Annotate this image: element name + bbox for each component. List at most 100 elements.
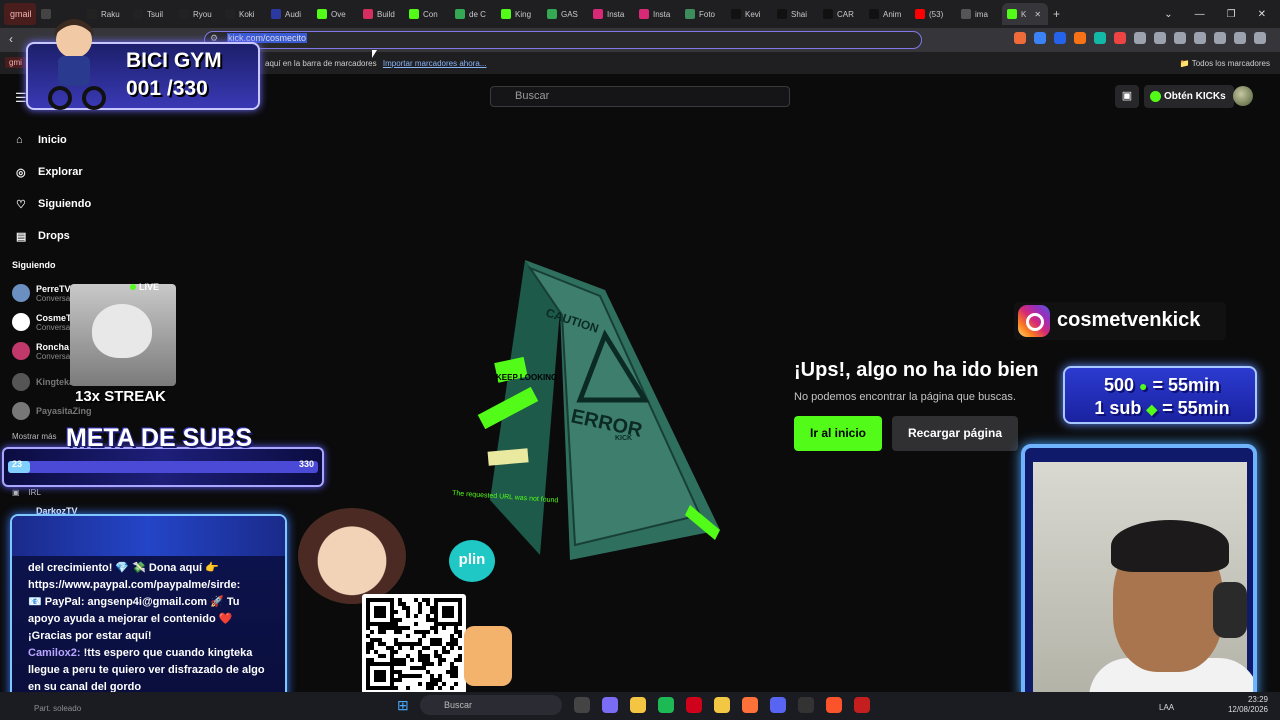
browser-tab[interactable]: Ryou [174,3,220,25]
qr-module [378,638,382,642]
discord-icon[interactable] [770,697,786,713]
close-window-icon[interactable]: ✕ [1258,9,1266,20]
omnibox[interactable] [204,31,922,49]
close-tab-icon[interactable]: ✕ [1034,10,1041,19]
qr-module [422,630,426,634]
store-icon[interactable]: ▣ [1115,85,1139,108]
extension-icon[interactable] [1074,32,1086,44]
wallet-icon[interactable] [1194,32,1206,44]
show-more-link[interactable]: Mostrar más [12,432,56,441]
new-tab-button[interactable]: + [1048,3,1065,25]
browser-tab[interactable]: GAS [542,3,588,25]
following-item[interactable]: Kingteka [12,369,74,395]
extension-icon[interactable] [1054,32,1066,44]
browser-tab[interactable]: Kevi [726,3,772,25]
streak-label: 13x STREAK [75,388,166,405]
sidebar-item-siguiendo[interactable]: ♡ Siguiendo [16,188,91,220]
browser-tab[interactable]: Ove [312,3,358,25]
extension-icon[interactable] [1094,32,1106,44]
reload-page-button[interactable]: Recargar página [892,416,1018,451]
user-avatar[interactable] [1233,86,1253,106]
app-icon[interactable] [602,697,618,713]
browser-tab[interactable]: Insta [634,3,680,25]
qr-module [366,658,370,662]
browser-tab[interactable]: (53) [910,3,956,25]
puzzle-icon[interactable] [1134,32,1146,44]
irl-category: ▣ IRL [12,488,41,497]
clock[interactable]: 23:29 12/08/2026 [1228,695,1268,715]
all-bookmarks-button[interactable]: 📁 Todos los marcadores [1180,59,1270,68]
tab-favicon-icon [179,9,189,19]
qr-module [378,614,382,618]
qr-module [366,614,370,618]
dota-icon[interactable] [854,697,870,713]
browser-tab[interactable]: K ✕ [1002,3,1048,25]
following-item[interactable]: PerreTV Conversa [12,280,71,306]
brave-icon[interactable] [826,697,842,713]
task-view-icon[interactable] [574,697,590,713]
qr-module [366,686,370,690]
browser-tab[interactable]: Insta [588,3,634,25]
maximize-icon[interactable]: ❐ [1227,9,1236,20]
import-bookmarks-link[interactable]: Importar marcadores ahora... [383,59,487,68]
browser-tab[interactable]: Anim [864,3,910,25]
extension-icon[interactable] [1114,32,1126,44]
browser-tab[interactable]: Tsuil [128,3,174,25]
browser-tab[interactable]: Koki [220,3,266,25]
brave-shield-icon[interactable] [1014,32,1026,44]
qr-module [458,614,462,618]
vpn-icon[interactable] [1234,32,1246,44]
sidebar-item-explorar[interactable]: ◎ Explorar [16,156,91,188]
media-icon[interactable] [1154,32,1166,44]
taskbar-search-input[interactable]: Buscar [420,695,562,715]
qr-module [430,686,434,690]
qr-module [426,630,430,634]
browser-tab[interactable]: King [496,3,542,25]
qr-module [394,686,398,690]
get-kicks-button[interactable]: Obtén KICKs [1144,85,1234,108]
qr-module [378,630,382,634]
qr-module [434,650,438,654]
windows-start-icon[interactable]: ⊞ [397,697,409,714]
tab-favicon-icon [593,9,603,19]
search-input[interactable]: Buscar [490,86,790,107]
browser-tab[interactable]: Con [404,3,450,25]
browser-tab[interactable]: Audi [266,3,312,25]
office-icon[interactable] [686,697,702,713]
firefox-icon[interactable] [742,697,758,713]
tab-search-icon[interactable]: ⌄ [1164,9,1172,20]
qr-module [434,610,438,614]
following-item[interactable]: Roncha Conversa [12,338,70,364]
qr-module [402,662,406,666]
qr-module [390,682,394,686]
browser-tab[interactable]: Foto [680,3,726,25]
sidebar-icon[interactable] [1174,32,1186,44]
following-item[interactable]: CosmeT Conversa [12,309,72,335]
browser-tab[interactable]: Shai [772,3,818,25]
qr-module [410,642,414,646]
obs-icon[interactable] [798,697,814,713]
all-bookmarks-label: Todos los marcadores [1191,59,1270,68]
back-icon[interactable]: ‹ [9,32,13,46]
qr-module [430,618,434,622]
browser-tab[interactable]: de C [450,3,496,25]
chrome-icon[interactable] [714,697,730,713]
file-explorer-icon[interactable] [630,697,646,713]
browser-tab[interactable]: ima [956,3,1002,25]
spotify-icon[interactable] [658,697,674,713]
qr-module [370,658,374,662]
menu-icon[interactable] [1254,32,1266,44]
language-indicator[interactable]: LAA [1159,703,1174,712]
browser-tab[interactable]: Build [358,3,404,25]
qr-module [390,650,394,654]
browser-tab[interactable]: CAR [818,3,864,25]
hamburger-menu-icon[interactable]: ☰ [15,90,27,106]
go-home-button[interactable]: Ir al inicio [794,416,882,451]
bookmark-gmail[interactable]: gmi [5,57,26,68]
sidebar-item-inicio[interactable]: ⌂ Inicio [16,124,91,156]
browser-tab[interactable]: gmail [4,3,36,25]
minimize-icon[interactable]: — [1195,9,1205,20]
leo-icon[interactable] [1214,32,1226,44]
extension-icon[interactable] [1034,32,1046,44]
sidebar-item-drops[interactable]: ▤ Drops [16,220,91,252]
